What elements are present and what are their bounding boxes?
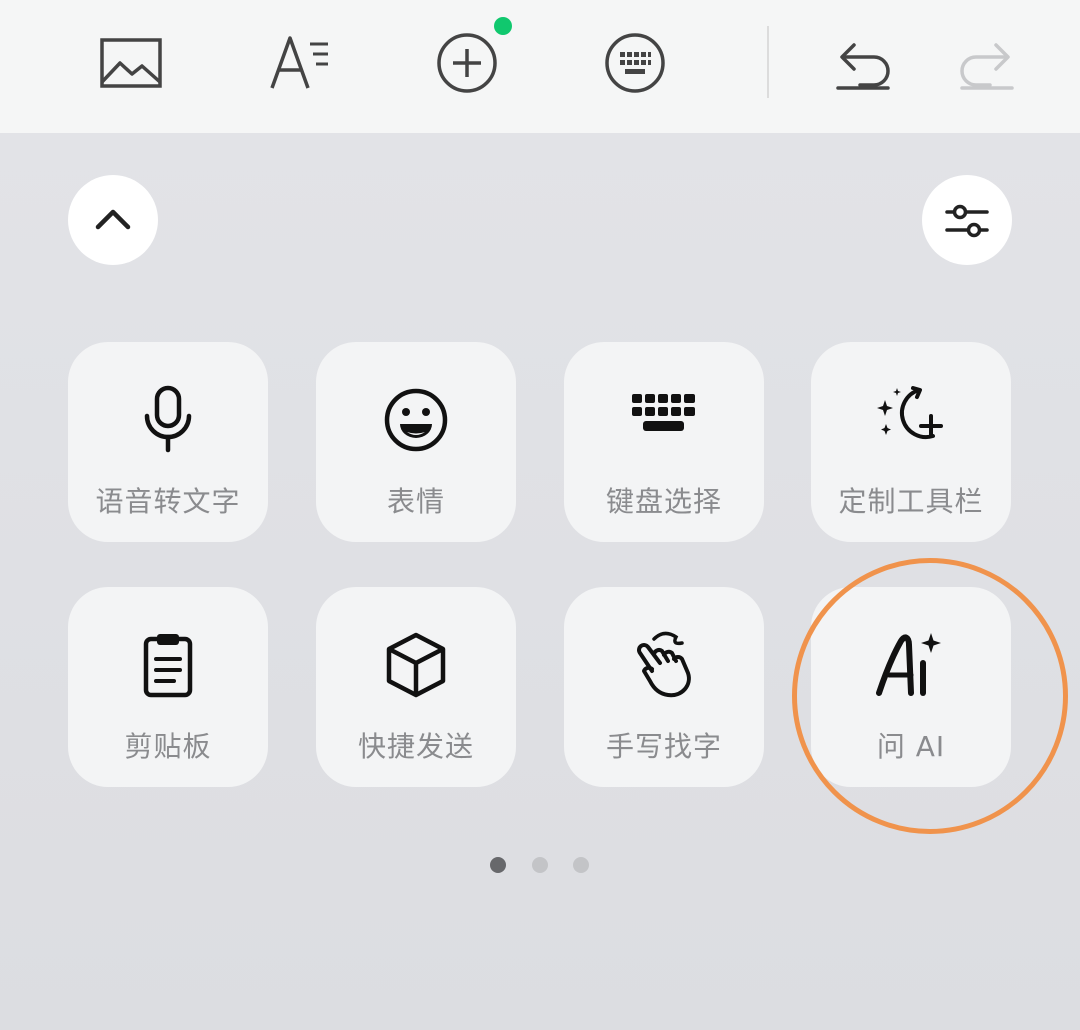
image-button[interactable] bbox=[90, 22, 172, 104]
tile-custom-toolbar[interactable]: 定制工具栏 bbox=[811, 342, 1011, 542]
undo-button[interactable] bbox=[822, 22, 904, 104]
tile-label: 语音转文字 bbox=[95, 485, 241, 518]
tile-label: 快捷发送 bbox=[357, 730, 474, 763]
undo-icon bbox=[836, 43, 890, 90]
tile-label: 手写找字 bbox=[605, 730, 722, 763]
redo-button[interactable] bbox=[946, 22, 1028, 104]
cube-icon bbox=[386, 632, 446, 698]
tile-emoji[interactable]: 表情 bbox=[316, 342, 516, 542]
chevron-up-icon bbox=[95, 209, 131, 230]
font-style-button[interactable] bbox=[260, 22, 342, 104]
notification-dot bbox=[494, 17, 512, 35]
collapse-button[interactable] bbox=[68, 175, 158, 265]
plus-circle-icon bbox=[437, 33, 497, 93]
redo-icon bbox=[960, 43, 1014, 90]
hand-writing-icon bbox=[637, 631, 691, 698]
font-style-icon bbox=[270, 36, 328, 89]
keyboard-icon bbox=[632, 394, 695, 431]
tile-quick-send[interactable]: 快捷发送 bbox=[316, 587, 516, 787]
microphone-icon bbox=[144, 385, 192, 453]
tile-clipboard[interactable]: 剪贴板 bbox=[68, 587, 268, 787]
tile-voice-to-text[interactable]: 语音转文字 bbox=[68, 342, 268, 542]
keyboard-toolbar bbox=[0, 0, 1080, 133]
custom-toolbar-icon bbox=[877, 386, 943, 440]
toolbar-divider bbox=[767, 26, 769, 98]
tile-label: 剪贴板 bbox=[124, 730, 212, 763]
tile-ask-ai[interactable]: 问 AI bbox=[811, 587, 1011, 787]
tile-label: 键盘选择 bbox=[605, 485, 722, 518]
function-panel bbox=[0, 133, 1080, 1030]
page-dot-active[interactable] bbox=[490, 857, 506, 873]
smiley-icon bbox=[384, 388, 448, 452]
page-dot[interactable] bbox=[573, 857, 589, 873]
clipboard-icon bbox=[143, 634, 193, 698]
ai-sparkle-icon bbox=[876, 633, 941, 696]
settings-button[interactable] bbox=[922, 175, 1012, 265]
tile-label: 问 AI bbox=[876, 730, 946, 763]
page-dot[interactable] bbox=[532, 857, 548, 873]
add-button[interactable] bbox=[426, 22, 508, 104]
tile-label: 表情 bbox=[386, 485, 445, 518]
tile-handwriting[interactable]: 手写找字 bbox=[564, 587, 764, 787]
tile-keyboard-select[interactable]: 键盘选择 bbox=[564, 342, 764, 542]
keyboard-circle-icon bbox=[605, 33, 665, 93]
keyboard-switch-button[interactable] bbox=[594, 22, 676, 104]
sliders-icon bbox=[945, 204, 989, 238]
image-icon bbox=[100, 38, 162, 88]
tile-label: 定制工具栏 bbox=[838, 485, 984, 518]
